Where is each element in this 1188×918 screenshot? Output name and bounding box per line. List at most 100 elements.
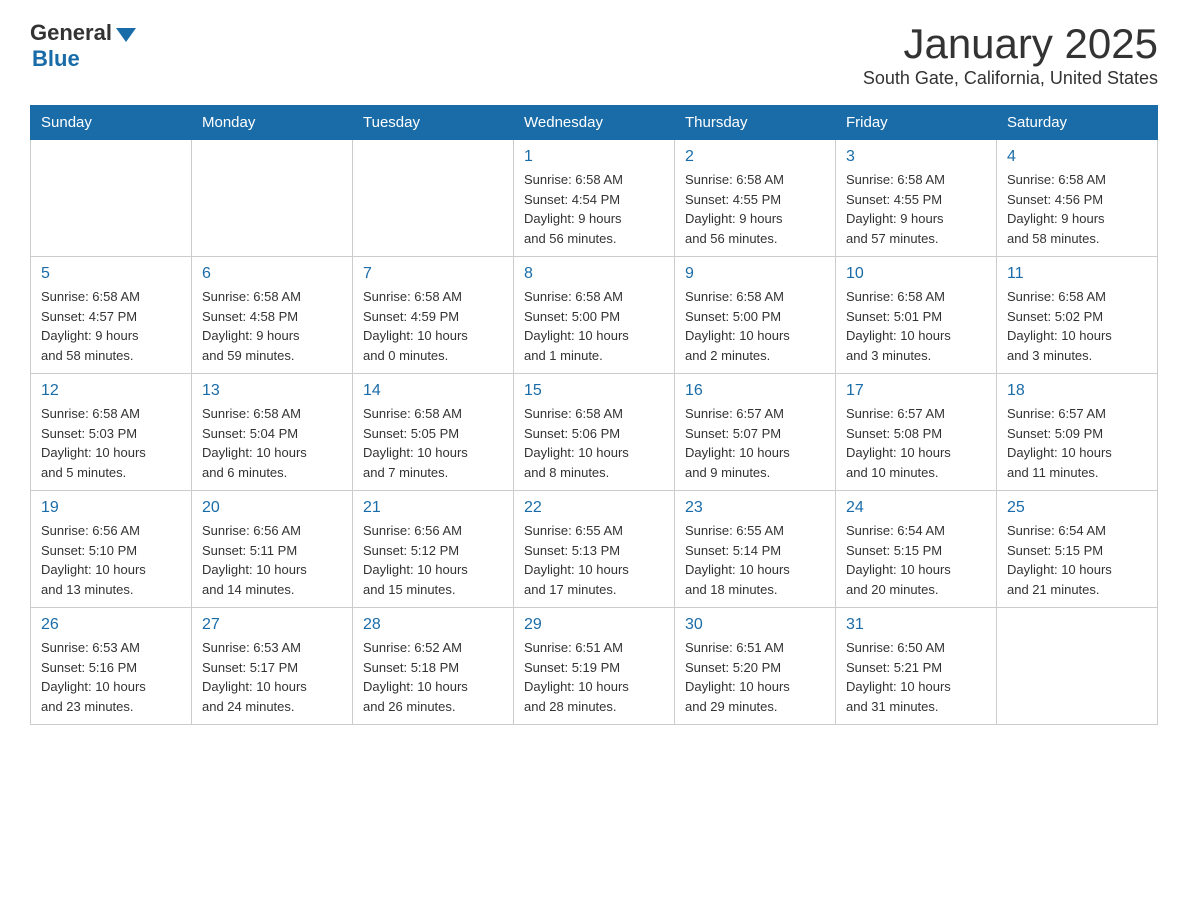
calendar-week-row: 26 Sunrise: 6:53 AM Sunset: 5:16 PM Dayli… [31, 608, 1158, 725]
day-number: 11 [1007, 265, 1147, 283]
day-number: 6 [202, 265, 342, 283]
day-number: 12 [41, 382, 181, 400]
day-info: Sunrise: 6:51 AM Sunset: 5:19 PM Dayligh… [524, 638, 664, 716]
day-info: Sunrise: 6:54 AM Sunset: 5:15 PM Dayligh… [846, 521, 986, 599]
calendar-cell: 9 Sunrise: 6:58 AM Sunset: 5:00 PM Daylig… [675, 257, 836, 374]
day-number: 10 [846, 265, 986, 283]
day-info: Sunrise: 6:53 AM Sunset: 5:16 PM Dayligh… [41, 638, 181, 716]
day-number: 22 [524, 499, 664, 517]
calendar-cell: 11 Sunrise: 6:58 AM Sunset: 5:02 PM Dayli… [997, 257, 1158, 374]
day-info: Sunrise: 6:56 AM Sunset: 5:12 PM Dayligh… [363, 521, 503, 599]
calendar-cell: 20 Sunrise: 6:56 AM Sunset: 5:11 PM Dayli… [192, 491, 353, 608]
day-of-week-header-wednesday: Wednesday [514, 106, 675, 140]
day-info: Sunrise: 6:58 AM Sunset: 5:00 PM Dayligh… [685, 287, 825, 365]
day-number: 26 [41, 616, 181, 634]
day-of-week-header-monday: Monday [192, 106, 353, 140]
day-info: Sunrise: 6:57 AM Sunset: 5:07 PM Dayligh… [685, 404, 825, 482]
day-info: Sunrise: 6:58 AM Sunset: 4:56 PM Dayligh… [1007, 170, 1147, 248]
day-of-week-header-saturday: Saturday [997, 106, 1158, 140]
day-number: 14 [363, 382, 503, 400]
calendar-table: SundayMondayTuesdayWednesdayThursdayFrid… [30, 105, 1158, 725]
calendar-cell: 14 Sunrise: 6:58 AM Sunset: 5:05 PM Dayli… [353, 374, 514, 491]
calendar-week-row: 12 Sunrise: 6:58 AM Sunset: 5:03 PM Dayli… [31, 374, 1158, 491]
title-section: January 2025 South Gate, California, Uni… [863, 20, 1158, 89]
day-of-week-header-thursday: Thursday [675, 106, 836, 140]
day-number: 27 [202, 616, 342, 634]
day-number: 15 [524, 382, 664, 400]
day-info: Sunrise: 6:50 AM Sunset: 5:21 PM Dayligh… [846, 638, 986, 716]
location-text: South Gate, California, United States [863, 68, 1158, 89]
calendar-cell [31, 140, 192, 257]
day-info: Sunrise: 6:58 AM Sunset: 5:06 PM Dayligh… [524, 404, 664, 482]
calendar-cell: 28 Sunrise: 6:52 AM Sunset: 5:18 PM Dayli… [353, 608, 514, 725]
day-info: Sunrise: 6:55 AM Sunset: 5:14 PM Dayligh… [685, 521, 825, 599]
day-info: Sunrise: 6:58 AM Sunset: 4:57 PM Dayligh… [41, 287, 181, 365]
day-number: 20 [202, 499, 342, 517]
day-of-week-header-sunday: Sunday [31, 106, 192, 140]
day-number: 31 [846, 616, 986, 634]
day-number: 21 [363, 499, 503, 517]
day-number: 8 [524, 265, 664, 283]
calendar-week-row: 19Sunrise: 6:56 AM Sunset: 5:10 PM Dayli… [31, 491, 1158, 608]
day-info: Sunrise: 6:58 AM Sunset: 5:05 PM Dayligh… [363, 404, 503, 482]
calendar-cell: 31 Sunrise: 6:50 AM Sunset: 5:21 PM Dayli… [836, 608, 997, 725]
day-number: 19 [41, 499, 181, 517]
day-number: 9 [685, 265, 825, 283]
day-number: 30 [685, 616, 825, 634]
day-number: 23 [685, 499, 825, 517]
day-info: Sunrise: 6:58 AM Sunset: 5:00 PM Dayligh… [524, 287, 664, 365]
day-number: 29 [524, 616, 664, 634]
calendar-cell: 1Sunrise: 6:58 AM Sunset: 4:54 PM Daylig… [514, 140, 675, 257]
day-info: Sunrise: 6:58 AM Sunset: 5:01 PM Dayligh… [846, 287, 986, 365]
calendar-cell: 30 Sunrise: 6:51 AM Sunset: 5:20 PM Dayli… [675, 608, 836, 725]
day-number: 24 [846, 499, 986, 517]
calendar-cell: 21 Sunrise: 6:56 AM Sunset: 5:12 PM Dayli… [353, 491, 514, 608]
calendar-cell: 7Sunrise: 6:58 AM Sunset: 4:59 PM Daylig… [353, 257, 514, 374]
logo: General Blue [30, 20, 136, 72]
day-info: Sunrise: 6:51 AM Sunset: 5:20 PM Dayligh… [685, 638, 825, 716]
day-number: 3 [846, 148, 986, 166]
calendar-cell: 2Sunrise: 6:58 AM Sunset: 4:55 PM Daylig… [675, 140, 836, 257]
calendar-cell [997, 608, 1158, 725]
calendar-cell: 16 Sunrise: 6:57 AM Sunset: 5:07 PM Dayli… [675, 374, 836, 491]
day-info: Sunrise: 6:57 AM Sunset: 5:08 PM Dayligh… [846, 404, 986, 482]
day-number: 17 [846, 382, 986, 400]
calendar-cell: 5 Sunrise: 6:58 AM Sunset: 4:57 PM Daylig… [31, 257, 192, 374]
calendar-cell: 15 Sunrise: 6:58 AM Sunset: 5:06 PM Dayli… [514, 374, 675, 491]
calendar-cell: 24 Sunrise: 6:54 AM Sunset: 5:15 PM Dayli… [836, 491, 997, 608]
calendar-cell [353, 140, 514, 257]
calendar-week-row: 1Sunrise: 6:58 AM Sunset: 4:54 PM Daylig… [31, 140, 1158, 257]
day-info: Sunrise: 6:52 AM Sunset: 5:18 PM Dayligh… [363, 638, 503, 716]
day-of-week-header-friday: Friday [836, 106, 997, 140]
calendar-cell: 10 Sunrise: 6:58 AM Sunset: 5:01 PM Dayli… [836, 257, 997, 374]
calendar-cell: 8 Sunrise: 6:58 AM Sunset: 5:00 PM Daylig… [514, 257, 675, 374]
calendar-header-row: SundayMondayTuesdayWednesdayThursdayFrid… [31, 106, 1158, 140]
calendar-cell: 27 Sunrise: 6:53 AM Sunset: 5:17 PM Dayli… [192, 608, 353, 725]
day-number: 5 [41, 265, 181, 283]
logo-general-text: General [30, 20, 112, 46]
day-info: Sunrise: 6:56 AM Sunset: 5:11 PM Dayligh… [202, 521, 342, 599]
day-number: 7 [363, 265, 503, 283]
day-info: Sunrise: 6:58 AM Sunset: 5:04 PM Dayligh… [202, 404, 342, 482]
month-title: January 2025 [863, 20, 1158, 68]
day-number: 13 [202, 382, 342, 400]
day-info: Sunrise: 6:53 AM Sunset: 5:17 PM Dayligh… [202, 638, 342, 716]
day-info: Sunrise: 6:54 AM Sunset: 5:15 PM Dayligh… [1007, 521, 1147, 599]
calendar-cell: 6Sunrise: 6:58 AM Sunset: 4:58 PM Daylig… [192, 257, 353, 374]
calendar-cell: 3 Sunrise: 6:58 AM Sunset: 4:55 PM Daylig… [836, 140, 997, 257]
day-number: 28 [363, 616, 503, 634]
day-info: Sunrise: 6:58 AM Sunset: 4:54 PM Dayligh… [524, 170, 664, 248]
calendar-cell: 4 Sunrise: 6:58 AM Sunset: 4:56 PM Daylig… [997, 140, 1158, 257]
calendar-cell: 13 Sunrise: 6:58 AM Sunset: 5:04 PM Dayli… [192, 374, 353, 491]
day-number: 4 [1007, 148, 1147, 166]
calendar-cell: 26 Sunrise: 6:53 AM Sunset: 5:16 PM Dayli… [31, 608, 192, 725]
calendar-cell: 23 Sunrise: 6:55 AM Sunset: 5:14 PM Dayli… [675, 491, 836, 608]
day-info: Sunrise: 6:58 AM Sunset: 5:02 PM Dayligh… [1007, 287, 1147, 365]
day-info: Sunrise: 6:58 AM Sunset: 4:55 PM Dayligh… [846, 170, 986, 248]
calendar-cell: 19Sunrise: 6:56 AM Sunset: 5:10 PM Dayli… [31, 491, 192, 608]
day-info: Sunrise: 6:58 AM Sunset: 5:03 PM Dayligh… [41, 404, 181, 482]
day-of-week-header-tuesday: Tuesday [353, 106, 514, 140]
day-number: 16 [685, 382, 825, 400]
logo-arrow-icon [116, 28, 136, 42]
calendar-cell: 22Sunrise: 6:55 AM Sunset: 5:13 PM Dayli… [514, 491, 675, 608]
